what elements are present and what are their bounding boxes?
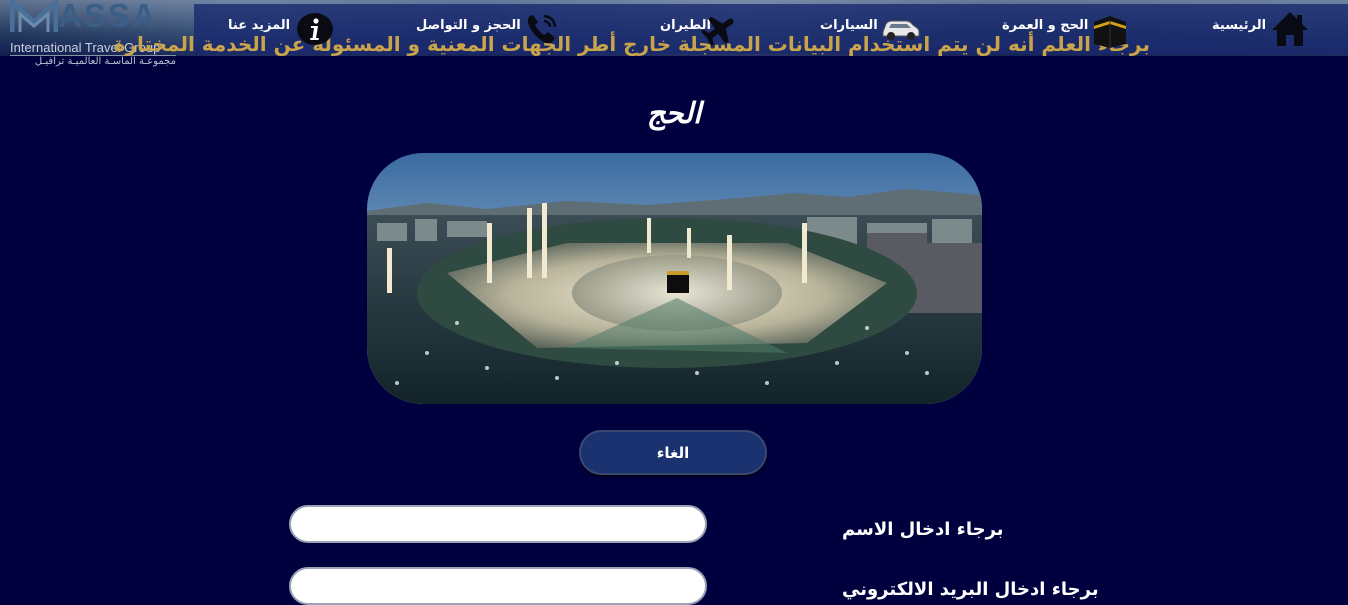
info-icon: [297, 13, 333, 45]
nav-item-booking[interactable]: الحجز و التواصل: [414, 10, 564, 50]
hajj-hero-image: [367, 153, 982, 404]
nav-booking-label: الحجز و التواصل: [416, 18, 521, 33]
nav-item-home[interactable]: الرئيسية: [1208, 10, 1310, 50]
logo-brand-text: ASSA: [58, 0, 158, 34]
nav-cars-label: السيارات: [820, 18, 878, 33]
nav-item-about[interactable]: المزيد عنا: [226, 10, 338, 50]
airplane-icon: [700, 16, 734, 46]
car-icon: [882, 20, 920, 40]
logo-arabic-tagline: مجموعـة الماسـة العالميـة ترافيـل: [34, 56, 176, 67]
page-title: الحج: [646, 96, 702, 130]
name-label: برجاء ادخال الاسم: [842, 519, 1004, 540]
name-input[interactable]: [289, 505, 707, 543]
nav-about-label: المزيد عنا: [228, 18, 291, 33]
logo-mark-icon: [10, 0, 58, 32]
nav-item-flights[interactable]: الطيران: [658, 10, 742, 50]
phone-icon: [527, 14, 557, 44]
nav-home-label: الرئيسية: [1212, 18, 1267, 33]
nav-hajj-umrah-label: الحج و العمرة: [1002, 18, 1089, 33]
nav-item-hajj-umrah[interactable]: الحج و العمرة: [998, 10, 1132, 50]
house-icon: [1272, 12, 1308, 46]
cancel-button[interactable]: الغاء: [579, 430, 767, 475]
email-label: برجاء ادخال البريد الالكتروني: [842, 579, 1099, 600]
email-input[interactable]: [289, 567, 707, 605]
kaaba-icon: [1094, 16, 1126, 48]
nav-item-cars[interactable]: السيارات: [818, 10, 922, 50]
